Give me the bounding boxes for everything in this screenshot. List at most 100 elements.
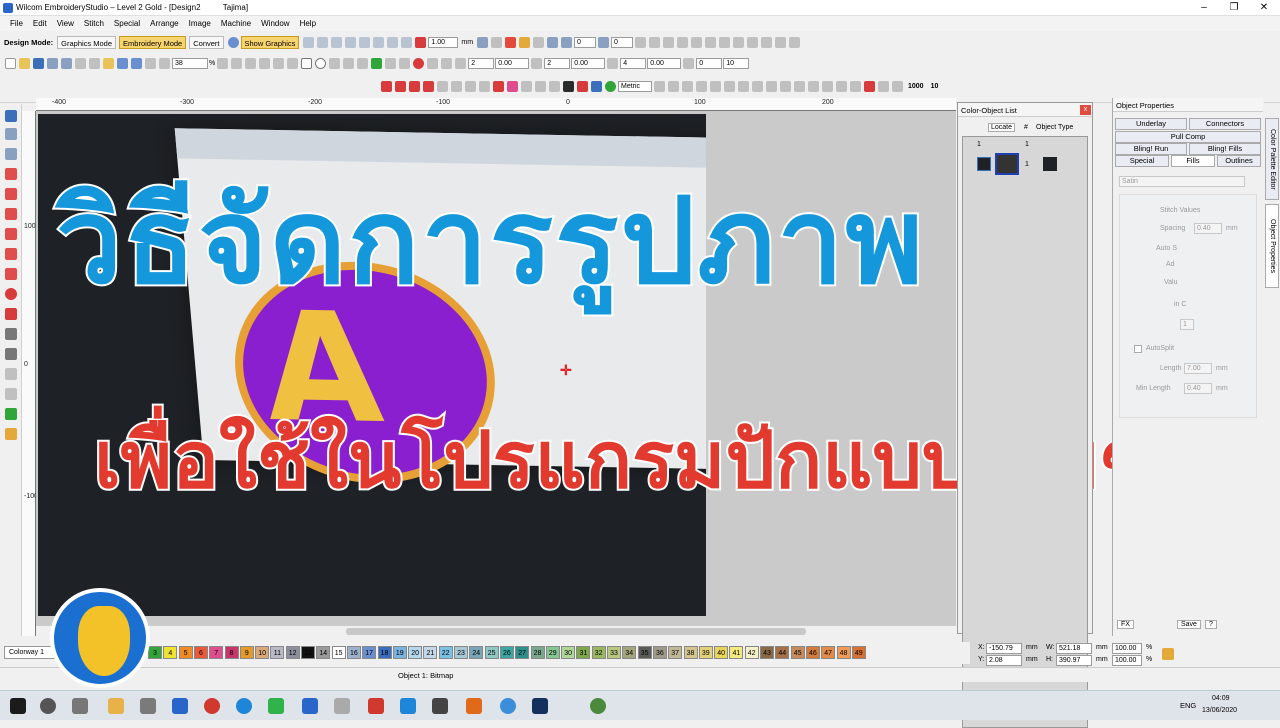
tool-icon[interactable] [521,80,532,92]
tool-icon[interactable] [696,80,707,92]
tab-underlay[interactable]: Underlay [1115,118,1187,130]
shape-icon[interactable] [343,57,355,69]
group-icon[interactable] [649,36,661,48]
tool-icon[interactable] [892,80,903,92]
teamviewer-icon[interactable] [400,698,416,714]
group-icon[interactable] [747,36,759,48]
fill-type-select[interactable]: Satin [1119,176,1245,187]
tool-icon[interactable] [850,80,861,92]
menu-window[interactable]: Window [261,19,289,28]
ellipse-icon[interactable] [315,57,327,69]
save-button[interactable]: Save [1177,620,1201,629]
align-icon[interactable] [345,36,357,48]
group-icon[interactable] [677,36,689,48]
fx-button[interactable]: FX [1117,620,1134,629]
field-a[interactable]: 2 [468,57,495,69]
shape-icon[interactable] [399,57,411,69]
color-swatch[interactable]: 27 [515,646,530,659]
tab-bling-run[interactable]: Bling! Run [1115,143,1187,155]
field-b[interactable]: 0.00 [495,57,530,69]
g-icon[interactable] [605,80,616,92]
color-swatch[interactable]: 37 [668,646,683,659]
tool-icon[interactable] [710,80,721,92]
color-swatch[interactable]: 10 [255,646,270,659]
curve-icon[interactable] [5,268,17,280]
color-swatch[interactable]: 14 [316,646,331,659]
tool-icon[interactable] [668,80,679,92]
group-icon[interactable] [663,36,675,48]
color-swatch[interactable]: 15 [331,646,346,659]
shape-icon[interactable] [455,57,467,69]
width-percent-input[interactable]: 100.00 [1112,643,1142,654]
spacing-input[interactable]: 0.40 [1194,223,1222,234]
mail-icon[interactable] [172,698,188,714]
color-swatch[interactable]: 36 [652,646,667,659]
color-swatch[interactable]: 39 [698,646,713,659]
redo-icon[interactable] [131,57,142,69]
group-icon[interactable] [705,36,717,48]
field-h[interactable]: 10 [723,57,750,69]
app-icon[interactable] [302,698,318,714]
color-swatch[interactable]: 8 [224,646,239,659]
edge-icon[interactable] [236,698,252,714]
paste-icon[interactable] [103,57,114,69]
field-e[interactable]: 4 [620,57,647,69]
app-icon[interactable] [500,698,516,714]
field-c[interactable]: 2 [544,57,571,69]
group-icon[interactable] [719,36,731,48]
color-swatch[interactable]: 24 [469,646,484,659]
tool-icon[interactable] [822,80,833,92]
align-icon[interactable] [387,36,399,48]
save-icon[interactable] [33,57,44,69]
check-icon[interactable] [491,36,503,48]
color-swatch[interactable]: 26 [499,646,514,659]
group-icon[interactable] [691,36,703,48]
print-icon[interactable] [47,57,58,69]
tool-icon[interactable] [437,80,448,92]
align-icon[interactable] [359,36,371,48]
color-swatch[interactable]: 16 [346,646,361,659]
digitize-icon[interactable] [5,148,17,160]
color-swatch[interactable]: 34 [622,646,637,659]
shape-icon[interactable] [357,57,369,69]
appliqué-icon[interactable] [5,428,17,440]
color-swatch[interactable]: 33 [607,646,621,659]
tool-icon[interactable] [479,80,490,92]
tool-icon[interactable] [535,80,546,92]
cut-icon[interactable] [75,57,86,69]
team-names-icon[interactable] [5,348,17,360]
menu-special[interactable]: Special [114,19,140,28]
count-input[interactable]: 1 [1180,319,1194,330]
task-view-icon[interactable] [72,698,88,714]
color-swatch[interactable]: 23 [454,646,468,659]
tool-icon[interactable] [682,80,693,92]
column-icon[interactable] [5,228,17,240]
text-icon[interactable] [5,328,17,340]
fit-icon[interactable] [217,57,229,69]
rectangle-icon[interactable] [301,57,313,69]
color-swatch[interactable]: 40 [714,646,729,659]
align-icon[interactable] [373,36,385,48]
color-swatch[interactable]: 46 [805,646,820,659]
search-icon[interactable] [40,698,56,714]
color-swatch[interactable]: 18 [377,646,392,659]
color-swatch[interactable]: 3 [148,646,162,659]
color-swatch[interactable]: 32 [591,646,606,659]
color-swatch[interactable]: 12 [285,646,300,659]
fit-icon[interactable] [231,57,243,69]
tab-special[interactable]: Special [1115,155,1169,167]
stitch-icon[interactable] [273,57,285,69]
align-icon[interactable] [303,36,315,48]
fill-icon[interactable] [5,208,17,220]
clock-date[interactable]: 13/06/2020 [1202,707,1237,714]
close-button[interactable]: ✕ [1250,0,1278,16]
tool-icon[interactable] [533,36,545,48]
tab-pull-comp[interactable]: Pull Comp [1115,131,1261,143]
digitize-icon[interactable] [395,80,406,92]
digitize-icon[interactable] [409,80,420,92]
color-swatch[interactable]: 38 [683,646,698,659]
help-button[interactable]: ? [1205,620,1217,629]
tab-color-palette-editor[interactable]: Color Palette Editor [1265,118,1279,200]
tab-connectors[interactable]: Connectors [1189,118,1261,130]
line-icon[interactable] [5,248,17,260]
